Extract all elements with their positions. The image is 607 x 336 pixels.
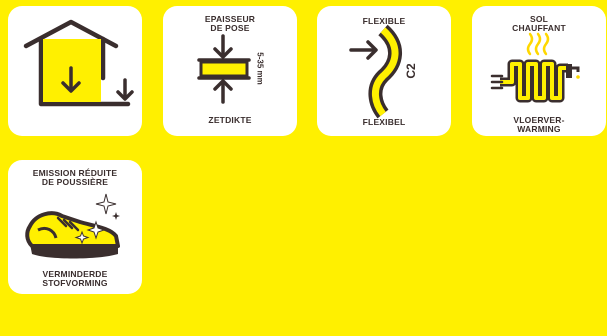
tile-bottom-label: ZETDIKTE (208, 115, 252, 125)
thickness-range-label: 5-35 mm (255, 52, 265, 85)
adhesive-class-label: C2 (404, 63, 418, 79)
tile-floor-heating: SOL CHAUFFANT VLOERVER- WARMING (472, 6, 606, 136)
tile-bottom-label: FLEXIBEL (362, 117, 406, 127)
house-floor-icon (23, 19, 134, 107)
tile-bottom-label: VERMINDERDE STOFVORMING (42, 269, 108, 288)
tile-bottom-label: VLOERVER- WARMING (513, 115, 565, 134)
tile-low-dust: EMISSION RÉDUITE DE POUSSIÈRE VERMINDERD… (8, 160, 142, 294)
tile-house-indoor (8, 6, 142, 136)
tile-flexible: FLEXIBLE C2 FLEXIBEL (317, 6, 451, 136)
tile-layer-thickness: EPAISSEUR DE POSE 5-35 mm ZETDIKTE (163, 6, 297, 136)
